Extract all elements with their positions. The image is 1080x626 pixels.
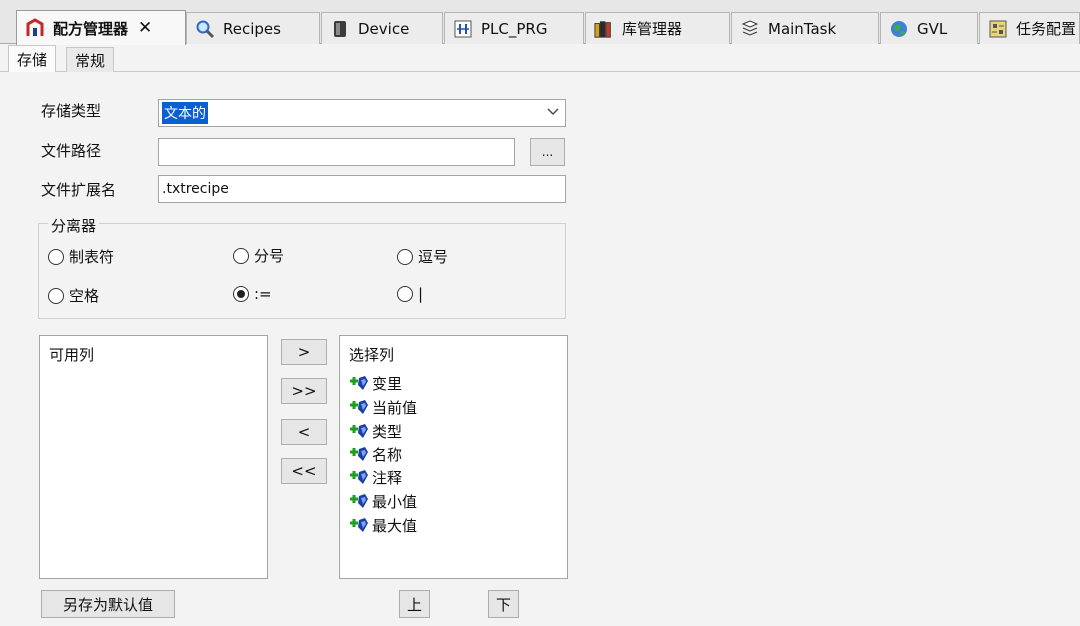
tab-library-manager[interactable]: 库管理器: [585, 12, 730, 44]
variable-icon: [350, 447, 368, 461]
close-icon[interactable]: ✕: [138, 18, 152, 38]
radio-label: :=: [254, 285, 272, 303]
list-item-label: 注释: [372, 468, 403, 487]
file-path-label: 文件路径: [41, 142, 102, 160]
tab-maintask[interactable]: MainTask: [731, 12, 879, 44]
radio-label: 制表符: [69, 248, 115, 266]
storage-type-label: 存储类型: [41, 102, 102, 120]
recipe-manager-icon: [25, 18, 45, 38]
available-columns-list[interactable]: 可用列: [39, 335, 268, 579]
remove-all-columns-button[interactable]: <<: [281, 458, 327, 484]
list-item[interactable]: 变里: [348, 372, 402, 394]
tab-plc-prg[interactable]: PLC_PRG: [444, 12, 584, 44]
editor-tab-strip: Recipes Device PLC_PRG 库管理器 MainTask GVL: [0, 0, 1080, 45]
browse-button[interactable]: ...: [530, 138, 565, 166]
device-icon: [330, 19, 350, 39]
list-item[interactable]: 最大值: [348, 514, 417, 536]
list-item[interactable]: 类型: [348, 420, 402, 442]
list-item[interactable]: 当前值: [348, 396, 417, 418]
file-extension-input[interactable]: .txtrecipe: [158, 175, 566, 203]
save-as-default-button[interactable]: 另存为默认值: [41, 590, 175, 618]
radio-space-separator[interactable]: 空格: [48, 285, 99, 306]
variable-icon: [350, 424, 368, 438]
file-extension-label: 文件扩展名: [41, 181, 117, 199]
globe-icon: [889, 19, 909, 39]
radio-label: 分号: [254, 247, 285, 265]
variable-icon: [350, 494, 368, 508]
file-path-input[interactable]: [158, 138, 515, 166]
move-up-button[interactable]: 上: [399, 590, 430, 618]
tab-task-config[interactable]: 任务配置: [979, 12, 1080, 44]
library-books-icon: [594, 19, 614, 39]
radio-comma-separator[interactable]: 逗号: [397, 246, 448, 267]
variable-icon: [350, 470, 368, 484]
radio-label: 逗号: [418, 248, 449, 266]
separator-group: [38, 223, 566, 319]
tab-recipes[interactable]: Recipes: [186, 12, 320, 44]
tab-label: PLC_PRG: [481, 19, 548, 38]
add-all-columns-button[interactable]: >>: [281, 378, 327, 404]
tab-device[interactable]: Device: [321, 12, 443, 44]
list-item-label: 类型: [372, 422, 403, 441]
variable-icon: [350, 376, 368, 390]
radio-label: |: [418, 285, 424, 303]
radio-circle: [233, 247, 249, 264]
radio-semicolon-separator[interactable]: 分号: [233, 245, 284, 266]
radio-pipe-separator[interactable]: |: [397, 285, 423, 303]
radio-circle-checked: [233, 286, 249, 302]
sub-tab-bar: 存储 常规: [0, 44, 1080, 73]
tab-gvl[interactable]: GVL: [880, 12, 978, 44]
selected-columns-list[interactable]: 选择列 变里 当前值 类型 名称 注释 最小值 最大值: [339, 335, 568, 579]
add-column-button[interactable]: >: [281, 339, 327, 365]
tab-label: 库管理器: [622, 20, 683, 38]
radio-label: 空格: [69, 287, 100, 305]
list-item[interactable]: 名称: [348, 443, 402, 465]
tab-label: 任务配置: [1016, 20, 1077, 38]
tab-storage[interactable]: 存储: [8, 45, 57, 73]
variable-icon: [350, 400, 368, 414]
tab-recipe-manager[interactable]: 配方管理器 ✕: [16, 10, 186, 45]
separator-group-title: 分离器: [48, 215, 100, 236]
radio-tab-separator[interactable]: 制表符: [48, 246, 114, 267]
storage-type-value: 文本的: [162, 102, 208, 124]
list-item-label: 最大值: [372, 516, 418, 535]
variable-icon: [350, 518, 368, 532]
tab-label: Recipes: [223, 19, 281, 38]
list-item[interactable]: 最小值: [348, 490, 417, 512]
tab-label: Device: [358, 19, 410, 38]
move-down-button[interactable]: 下: [488, 590, 519, 618]
task-icon: [740, 19, 760, 39]
list-item[interactable]: 注释: [348, 466, 402, 488]
remove-column-button[interactable]: <: [281, 419, 327, 445]
list-item-label: 最小值: [372, 492, 418, 511]
list-item-label: 当前值: [372, 398, 418, 417]
radio-assign-separator[interactable]: :=: [233, 285, 272, 303]
magnifier-icon: [195, 19, 215, 39]
radio-circle: [48, 287, 64, 304]
tab-label: 配方管理器: [53, 19, 129, 38]
radio-circle: [48, 248, 64, 265]
tab-general[interactable]: 常规: [66, 47, 115, 72]
task-config-icon: [988, 19, 1008, 39]
selected-columns-title: 选择列: [349, 346, 395, 364]
list-item-label: 变里: [372, 374, 403, 393]
radio-circle: [397, 286, 413, 302]
available-columns-title: 可用列: [49, 346, 95, 364]
storage-panel: 存储类型 文本的 文件路径 ... 文件扩展名 .txtrecipe 分离器 制…: [0, 72, 1080, 626]
storage-type-select[interactable]: 文本的: [158, 99, 566, 127]
tab-label: MainTask: [768, 19, 837, 38]
program-icon: [453, 19, 473, 39]
radio-circle: [397, 248, 413, 265]
list-item-label: 名称: [372, 445, 403, 464]
tab-label: GVL: [917, 19, 948, 38]
chevron-down-icon[interactable]: [547, 105, 559, 120]
